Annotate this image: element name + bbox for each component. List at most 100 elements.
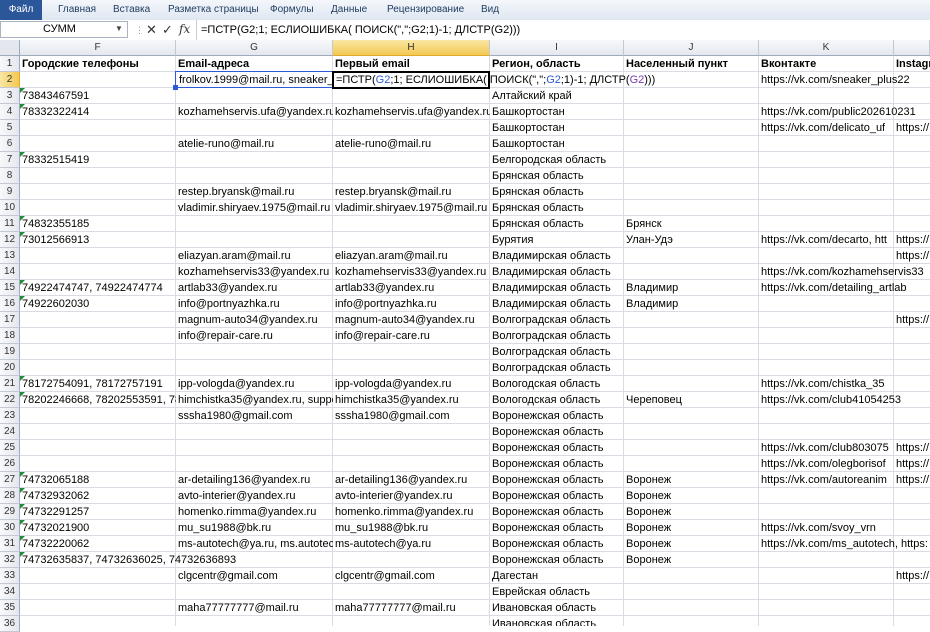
cell-i[interactable]: Владимирская область [490,296,624,312]
cell-g[interactable]: ipp-vologda@yandex.ru [176,376,333,392]
error-indicator-icon[interactable] [20,520,25,525]
error-indicator-icon[interactable] [20,104,25,109]
column-header-k[interactable]: K [759,40,894,56]
cell-f[interactable]: 78172754091, 78172757191 [20,376,176,392]
cell-h[interactable]: vladimir.shiryaev.1975@mail.ru [333,200,490,216]
cell-f[interactable]: 73843467591 [20,88,89,104]
row-header[interactable]: 26 [0,456,20,472]
cell-l[interactable]: https:// [894,440,930,456]
column-header-l[interactable] [894,40,930,56]
cell-l[interactable]: https:// [894,120,930,136]
cell-j[interactable]: Брянск [624,216,662,232]
cell-k[interactable]: https://vk.com/chistka_35 [759,376,885,392]
row-header[interactable]: 6 [0,136,20,152]
cell-i[interactable]: Волгоградская область [490,360,611,376]
cell-h[interactable]: ipp-vologda@yandex.ru [333,376,490,392]
cell-h[interactable]: clgcentr@gmail.com [333,568,490,584]
cell-h2-formula[interactable]: =ПСТР(G2;1; ЕСЛИОШИБКА( ПОИСК(",";G2;1)-… [334,72,655,88]
error-indicator-icon[interactable] [20,216,25,221]
row-header[interactable]: 11 [0,216,20,232]
row-header[interactable]: 15 [0,280,20,296]
cell-i[interactable]: Воронежская область [490,424,604,440]
error-indicator-icon[interactable] [20,488,25,493]
cell-i[interactable]: Воронежская область [490,456,604,472]
cell-g[interactable]: maha77777777@mail.ru [176,600,333,616]
cell-h[interactable]: kozhamehservis.ufa@yandex.ru [333,104,490,120]
cell-g2[interactable]: frolkov.1999@mail.ru, sneaker_ [177,72,332,88]
tab-review[interactable]: Рецензирование [387,0,464,20]
cell-g[interactable]: vladimir.shiryaev.1975@mail.ru [176,200,333,216]
row-header[interactable]: 31 [0,536,20,552]
cell-i[interactable]: Волгоградская область [490,344,611,360]
row-header[interactable]: 9 [0,184,20,200]
tab-insert[interactable]: Вставка [113,0,150,20]
cell-k2[interactable]: https://vk.com/sneaker_plus22 [759,72,910,88]
cell-i[interactable]: Воронежская область [490,520,624,536]
cell-i[interactable]: Башкортостан [490,120,565,136]
cell-i[interactable]: Алтайский край [490,88,572,104]
cell-h[interactable]: ar-detailing136@yandex.ru [333,472,490,488]
cell-i[interactable]: Воронежская область [490,440,604,456]
cell-k[interactable]: https://vk.com/public202610231 [759,104,916,120]
error-indicator-icon[interactable] [20,152,25,157]
cell-f[interactable]: 74732021900 [20,520,176,536]
header-cell-i[interactable]: Регион, область [490,56,623,72]
cell-l[interactable]: https:// [894,456,930,472]
cell-f[interactable]: 74732065188 [20,472,176,488]
cell-i[interactable]: Бурятия [490,232,624,248]
cell-i[interactable]: Волгоградская область [490,312,611,328]
row-header[interactable]: 10 [0,200,20,216]
row-header[interactable]: 21 [0,376,20,392]
cell-g[interactable]: himchistka35@yandex.ru, suppo [176,392,333,408]
cell-g[interactable]: mu_su1988@bk.ru [176,520,333,536]
cell-h[interactable]: artlab33@yandex.ru [333,280,490,296]
cell-l[interactable]: https:// [894,248,930,264]
header-cell-k[interactable]: Вконтакте [759,56,893,72]
row-header[interactable]: 36 [0,616,20,632]
cell-i[interactable]: Воронежская область [490,504,624,520]
cell-j[interactable]: Воронеж [624,536,759,552]
row-header[interactable]: 28 [0,488,20,504]
cell-g[interactable]: kozhamehservis.ufa@yandex.ru [176,104,333,120]
cell-h[interactable]: kozhamehservis33@yandex.ru [333,264,490,280]
row-header[interactable]: 12 [0,232,20,248]
cell-g[interactable]: clgcentr@gmail.com [176,568,333,584]
formula-input[interactable]: =ПСТР(G2;1; ЕСЛИОШИБКА( ПОИСК(",";G2;1)-… [196,20,930,40]
error-indicator-icon[interactable] [20,536,25,541]
row-header[interactable]: 23 [0,408,20,424]
cell-g[interactable]: kozhamehservis33@yandex.ru [176,264,333,280]
row-header[interactable]: 7 [0,152,20,168]
cell-l[interactable]: https:// [894,232,930,248]
cell-l[interactable]: https:// [894,472,930,488]
header-cell-l[interactable]: Instagr [894,56,930,72]
error-indicator-icon[interactable] [20,552,25,557]
cell-h[interactable]: avto-interier@yandex.ru [333,488,490,504]
error-indicator-icon[interactable] [20,296,25,301]
cell-h[interactable]: restep.bryansk@mail.ru [333,184,490,200]
cell-f[interactable]: 74732291257 [20,504,176,520]
row-header[interactable]: 24 [0,424,20,440]
cell-g[interactable]: info@portnyazhka.ru [176,296,333,312]
error-indicator-icon[interactable] [20,504,25,509]
header-cell-j[interactable]: Населенный пункт [624,56,758,72]
cell-j[interactable]: Владимир [624,296,678,312]
cell-k[interactable]: https://vk.com/club803075 [759,440,894,456]
cell-i[interactable]: Дагестан [490,568,538,584]
cell-h[interactable]: magnum-auto34@yandex.ru [333,312,490,328]
reference-handle[interactable] [173,85,178,90]
row-header[interactable]: 16 [0,296,20,312]
cell-i[interactable]: Владимирская область [490,280,624,296]
tab-page-layout[interactable]: Разметка страницы [168,0,259,20]
cell-l[interactable]: https:// [894,312,930,328]
cell-g[interactable]: sssha1980@gmail.com [176,408,333,424]
column-header-j[interactable]: J [624,40,759,56]
cell-g[interactable]: homenko.rimma@yandex.ru [176,504,333,520]
header-cell-h[interactable]: Первый email [333,56,489,72]
cell-h[interactable]: homenko.rimma@yandex.ru [333,504,490,520]
row-header[interactable]: 13 [0,248,20,264]
x-icon[interactable]: ✕ [146,22,157,38]
cell-k[interactable]: https://vk.com/kozhamehservis33 [759,264,924,280]
error-indicator-icon[interactable] [20,88,25,93]
error-indicator-icon[interactable] [20,392,25,397]
cell-h[interactable]: info@repair-care.ru [333,328,490,344]
